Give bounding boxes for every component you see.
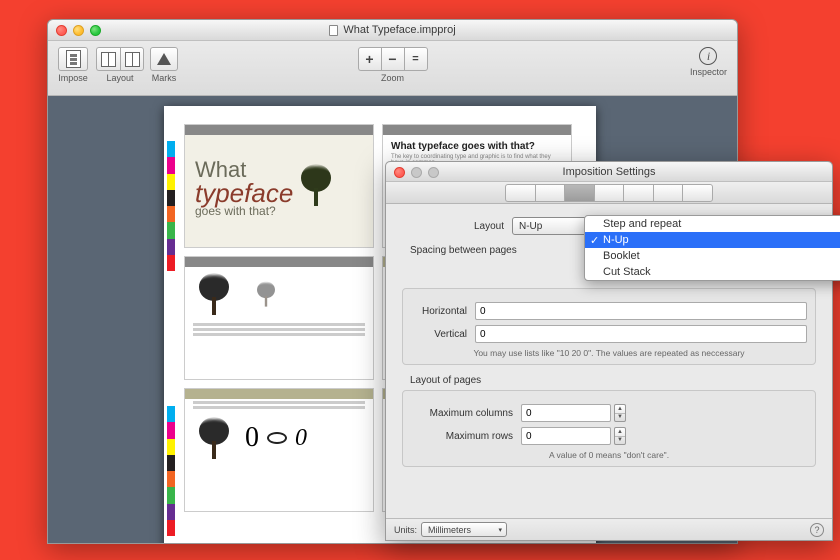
plus-icon: + (359, 51, 381, 67)
inspector-title: Imposition Settings (563, 166, 656, 178)
inspector-form: Layout N-Up Step and repeat N-Up Booklet… (386, 204, 832, 475)
inspector-button[interactable]: i (699, 47, 717, 65)
units-select[interactable]: Millimeters ▾ (421, 522, 507, 537)
layout-pages-group: Maximum columns ▲▼ Maximum rows ▲▼ A val… (402, 390, 816, 467)
tab-hidden-1[interactable] (505, 184, 535, 202)
tree-icon (293, 164, 339, 206)
document-icon (329, 25, 338, 36)
units-value: Millimeters (428, 525, 471, 535)
max-cols-label: Maximum columns (411, 408, 521, 419)
layout-option-cutstack[interactable]: Cut Stack (585, 264, 840, 280)
close-button[interactable] (56, 25, 67, 36)
horizontal-input[interactable] (475, 302, 807, 320)
inspector-minimize-button[interactable] (411, 167, 422, 178)
inspector-titlebar: Imposition Settings (386, 162, 832, 182)
zoom-label: Zoom (381, 73, 404, 83)
layout-select-wrapper: N-Up Step and repeat N-Up Booklet Cut St… (512, 217, 816, 235)
layout-dropdown: Step and repeat N-Up Booklet Cut Stack (584, 215, 840, 281)
tab-hidden-2[interactable] (535, 184, 565, 202)
max-cols-stepper-buttons[interactable]: ▲▼ (614, 404, 626, 422)
chevron-updown-icon: ▾ (499, 526, 503, 534)
spacing-group: Horizontal Vertical You may use lists li… (402, 288, 816, 365)
inspector-traffic (394, 167, 439, 178)
layout-segment (96, 47, 144, 71)
color-bar-2 (167, 406, 175, 536)
tree-icon (191, 273, 237, 315)
fit-icon: = (405, 53, 427, 65)
tab-hidden-4[interactable] (594, 184, 624, 202)
zoom-segment: + − = (358, 47, 428, 71)
main-titlebar: What Typeface.impproj (48, 20, 737, 41)
toolbar: Impose Layout Marks + − = Zoom i Inspect… (48, 41, 737, 96)
marks-label: Marks (152, 73, 177, 83)
layout-option-nup[interactable]: N-Up (585, 232, 840, 248)
impose-icon (66, 50, 81, 68)
max-cols-stepper: ▲▼ (521, 404, 626, 422)
impose-button[interactable] (58, 47, 88, 71)
inspector-tabs (386, 182, 832, 204)
units-label: Units: (394, 525, 417, 535)
p2-heading: What typeface goes with that? (383, 135, 571, 154)
impose-label: Impose (58, 73, 88, 83)
max-cols-input[interactable] (521, 404, 611, 422)
layout-field-label: Layout (402, 221, 512, 232)
inspector-panel: Imposition Settings Layout N-Up Step and… (385, 161, 833, 541)
layout-label: Layout (106, 73, 133, 83)
tree-icon (191, 417, 237, 459)
layout-facing-icon (125, 52, 140, 67)
vertical-input[interactable] (475, 325, 807, 343)
window-title: What Typeface.impproj (329, 24, 455, 36)
marks-icon (157, 53, 171, 65)
marks-button[interactable] (150, 47, 178, 71)
layout-select-value: N-Up (519, 221, 542, 232)
layout-option-booklet[interactable]: Booklet (585, 248, 840, 264)
horizontal-label: Horizontal (411, 306, 475, 317)
tab-hidden-6[interactable] (653, 184, 683, 202)
minus-icon: − (382, 51, 404, 67)
layout-option-step[interactable]: Step and repeat (585, 216, 840, 232)
help-button[interactable]: ? (810, 523, 824, 537)
zoom-button[interactable] (90, 25, 101, 36)
window-title-text: What Typeface.impproj (343, 24, 455, 36)
inspector-label: Inspector (690, 67, 727, 77)
page-thumb-3 (184, 256, 374, 380)
page-thumb-1: What typeface goes with that? (184, 124, 374, 248)
tab-hidden-5[interactable] (623, 184, 653, 202)
tab-hidden-3[interactable] (564, 184, 594, 202)
max-rows-stepper: ▲▼ (521, 427, 626, 445)
spacing-hint: You may use lists like "10 20 0". The va… (411, 348, 807, 358)
minimize-button[interactable] (73, 25, 84, 36)
layout-hint: A value of 0 means "don't care". (411, 450, 807, 460)
zoom-out-button[interactable]: − (381, 47, 404, 71)
color-bar (167, 141, 175, 271)
layout-single-icon (101, 52, 116, 67)
max-rows-input[interactable] (521, 427, 611, 445)
tab-hidden-7[interactable] (682, 184, 713, 202)
vertical-label: Vertical (411, 329, 475, 340)
inspector-close-button[interactable] (394, 167, 405, 178)
max-rows-stepper-buttons[interactable]: ▲▼ (614, 427, 626, 445)
inspector-footer: Units: Millimeters ▾ ? (386, 518, 832, 540)
max-rows-label: Maximum rows (411, 431, 521, 442)
zoom-in-button[interactable]: + (358, 47, 381, 71)
zoom-fit-button[interactable]: = (404, 47, 428, 71)
inspector-zoom-button[interactable] (428, 167, 439, 178)
layout-option-1[interactable] (96, 47, 120, 71)
layout-pages-header: Layout of pages (410, 375, 816, 386)
traffic-lights (56, 25, 101, 36)
page-thumb-5: 0 0 (184, 388, 374, 512)
tree-small-icon (252, 281, 280, 306)
layout-option-2[interactable] (120, 47, 144, 71)
